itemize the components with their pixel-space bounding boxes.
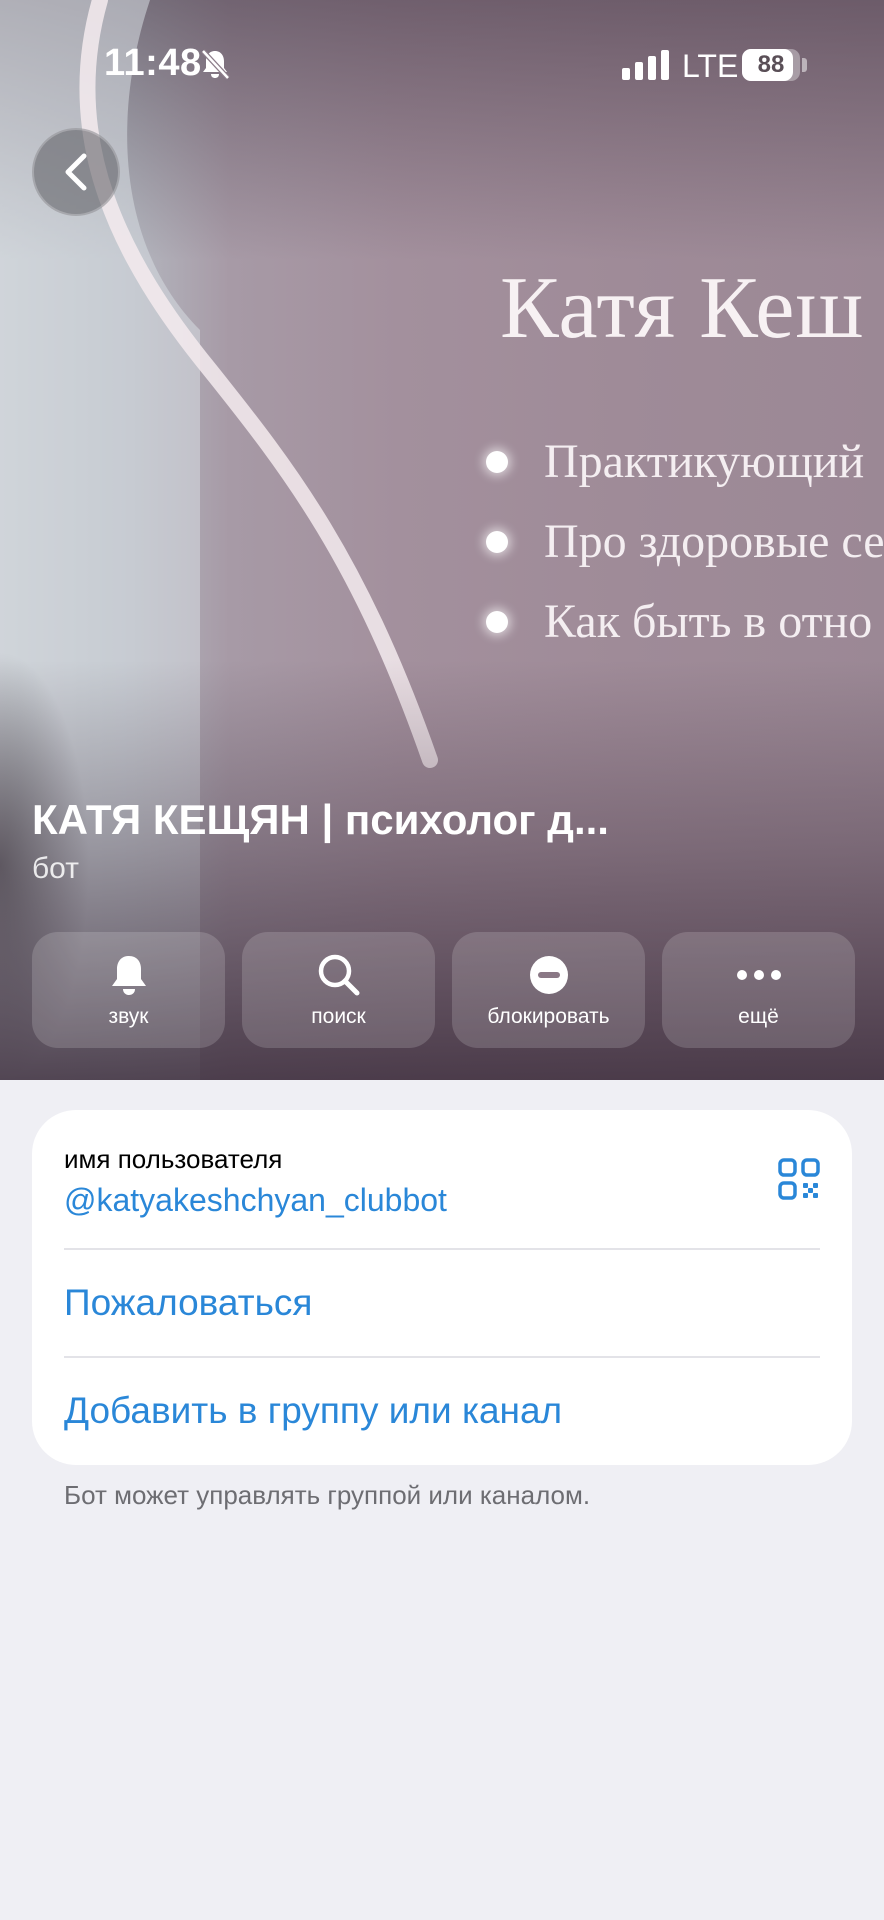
search-button[interactable]: поиск [242,932,435,1048]
info-card: имя пользователя @katyakeshchyan_clubbot… [32,1110,852,1465]
cover-bullet-text: Практикующий [544,435,865,488]
more-button[interactable]: ещё [662,932,855,1048]
sound-button[interactable]: звук [32,932,225,1048]
qr-code-icon[interactable] [778,1158,820,1205]
username-link[interactable]: @katyakeshchyan_clubbot [64,1182,447,1219]
battery-tip [802,58,807,72]
block-icon [528,951,570,999]
profile-type: бот [32,852,79,885]
action-label: поиск [311,1005,366,1028]
profile-name: КАТЯ КЕЩЯН | психолог д... [32,796,609,843]
more-icon [736,951,782,999]
divider [64,1248,820,1250]
cover-bullet: Про здоровые се [486,514,884,569]
profile-actions: звук поиск блокировать ещё [32,932,855,1048]
search-icon [317,951,361,999]
battery-icon: 88 [742,49,800,81]
bullet-dot [486,530,508,553]
action-label: ещё [738,1005,779,1028]
cover-bullet: Практикующий [486,434,864,489]
cover-title: Катя Кеш [500,260,865,357]
back-button[interactable] [32,128,120,216]
report-button[interactable]: Пожаловаться [64,1282,312,1324]
cover-bullet-text: Про здоровые се [544,515,884,568]
action-label: звук [108,1005,149,1028]
action-label: блокировать [487,1005,610,1028]
cover-bullet-text: Как быть в отно [544,595,873,648]
profile-cover: Катя Кеш Практикующий Про здоровые се Ка… [0,0,884,1080]
bell-icon [109,951,149,999]
network-type: LTE [682,48,739,84]
signal-icon [622,50,669,80]
bell-off-icon [200,48,230,85]
divider [64,1356,820,1358]
cover-bullet: Как быть в отно [486,594,872,649]
status-time: 11:48 [104,42,202,84]
footnote: Бот может управлять группой или каналом. [64,1480,591,1510]
username-label: имя пользователя [64,1144,283,1174]
block-button[interactable]: блокировать [452,932,645,1048]
chevron-left-icon [65,153,87,191]
battery-level: 88 [757,51,785,78]
bullet-dot [486,610,508,633]
add-to-group-button[interactable]: Добавить в группу или канал [64,1390,562,1432]
bullet-dot [486,450,508,473]
